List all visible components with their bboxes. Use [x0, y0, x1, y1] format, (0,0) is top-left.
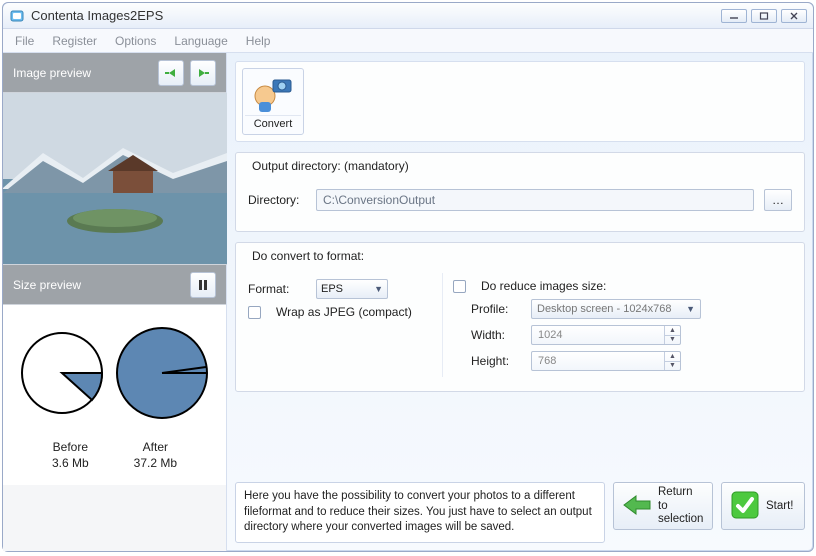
height-down[interactable]: ▼: [665, 361, 680, 371]
menu-file[interactable]: File: [15, 34, 34, 48]
before-label-block: Before 3.6 Mb: [52, 439, 89, 471]
wrap-jpeg-checkbox[interactable]: [248, 306, 261, 319]
format-group: Do convert to format: Format: EPS ▼: [235, 242, 805, 392]
height-spinner[interactable]: 768 ▲▼: [531, 351, 681, 371]
close-button[interactable]: [781, 9, 807, 23]
return-button[interactable]: Return to selection: [613, 482, 713, 530]
directory-value: C:\ConversionOutput: [323, 193, 435, 207]
start-label: Start!: [766, 500, 793, 514]
profile-label: Profile:: [471, 302, 521, 316]
height-up[interactable]: ▲: [665, 352, 680, 361]
pause-button[interactable]: [190, 272, 216, 298]
after-label: After: [143, 440, 168, 454]
help-text: Here you have the possibility to convert…: [235, 482, 605, 543]
directory-label: Directory:: [248, 193, 306, 207]
format-value: EPS: [321, 283, 343, 295]
convert-label: Convert: [245, 115, 301, 132]
menu-options[interactable]: Options: [115, 34, 156, 48]
arrow-left-icon: [622, 494, 652, 519]
menu-language[interactable]: Language: [174, 34, 227, 48]
next-image-button[interactable]: [190, 60, 216, 86]
menu-register[interactable]: Register: [52, 34, 97, 48]
format-label: Format:: [248, 282, 306, 296]
reduce-size-label: Do reduce images size:: [481, 279, 606, 293]
image-preview-header: Image preview: [3, 53, 226, 93]
width-value: 1024: [532, 329, 664, 341]
width-label: Width:: [471, 328, 521, 342]
after-value: 37.2 Mb: [134, 456, 177, 470]
width-spinner[interactable]: 1024 ▲▼: [531, 325, 681, 345]
after-label-block: After 37.2 Mb: [134, 439, 177, 471]
directory-input[interactable]: C:\ConversionOutput: [316, 189, 754, 211]
menu-help[interactable]: Help: [246, 34, 271, 48]
app-icon: [9, 8, 25, 24]
checkmark-icon: [730, 490, 760, 523]
chevron-down-icon: ▼: [374, 284, 383, 294]
reduce-size-option[interactable]: Do reduce images size:: [453, 279, 792, 293]
height-label: Height:: [471, 354, 521, 368]
pie-after: [114, 325, 210, 421]
size-preview-title: Size preview: [13, 278, 182, 292]
width-up[interactable]: ▲: [665, 326, 680, 335]
chevron-down-icon: ▼: [686, 304, 695, 314]
pie-before: [19, 330, 105, 416]
browse-label: …: [772, 193, 784, 207]
reduce-size-checkbox[interactable]: [453, 280, 466, 293]
convert-icon: [245, 73, 301, 115]
format-legend: Do convert to format:: [246, 249, 370, 263]
return-line2: to selection: [658, 500, 703, 526]
return-line1: Return: [658, 486, 693, 498]
toolbar: Convert: [235, 61, 805, 142]
size-preview-header: Size preview: [3, 265, 226, 305]
profile-select[interactable]: Desktop screen - 1024x768 ▼: [531, 299, 701, 319]
preview-thumbnail: [3, 93, 227, 265]
wrap-jpeg-option[interactable]: Wrap as JPEG (compact): [248, 305, 428, 319]
width-down[interactable]: ▼: [665, 335, 680, 345]
format-select[interactable]: EPS ▼: [316, 279, 388, 299]
image-preview-title: Image preview: [13, 66, 150, 80]
start-button[interactable]: Start!: [721, 482, 805, 530]
prev-image-button[interactable]: [158, 60, 184, 86]
before-label: Before: [53, 440, 88, 454]
title-bar: Contenta Images2EPS: [3, 3, 813, 29]
profile-value: Desktop screen - 1024x768: [537, 303, 672, 315]
maximize-button[interactable]: [751, 9, 777, 23]
menu-bar: File Register Options Language Help: [3, 29, 813, 53]
before-value: 3.6 Mb: [52, 456, 89, 470]
output-directory-group: Output directory: (mandatory) Directory:…: [235, 152, 805, 232]
wrap-jpeg-label: Wrap as JPEG (compact): [276, 305, 412, 319]
convert-tool[interactable]: Convert: [242, 68, 304, 135]
browse-button[interactable]: …: [764, 189, 792, 211]
window-title: Contenta Images2EPS: [31, 8, 721, 23]
output-legend: Output directory: (mandatory): [246, 159, 415, 173]
height-value: 768: [532, 355, 664, 367]
minimize-button[interactable]: [721, 9, 747, 23]
